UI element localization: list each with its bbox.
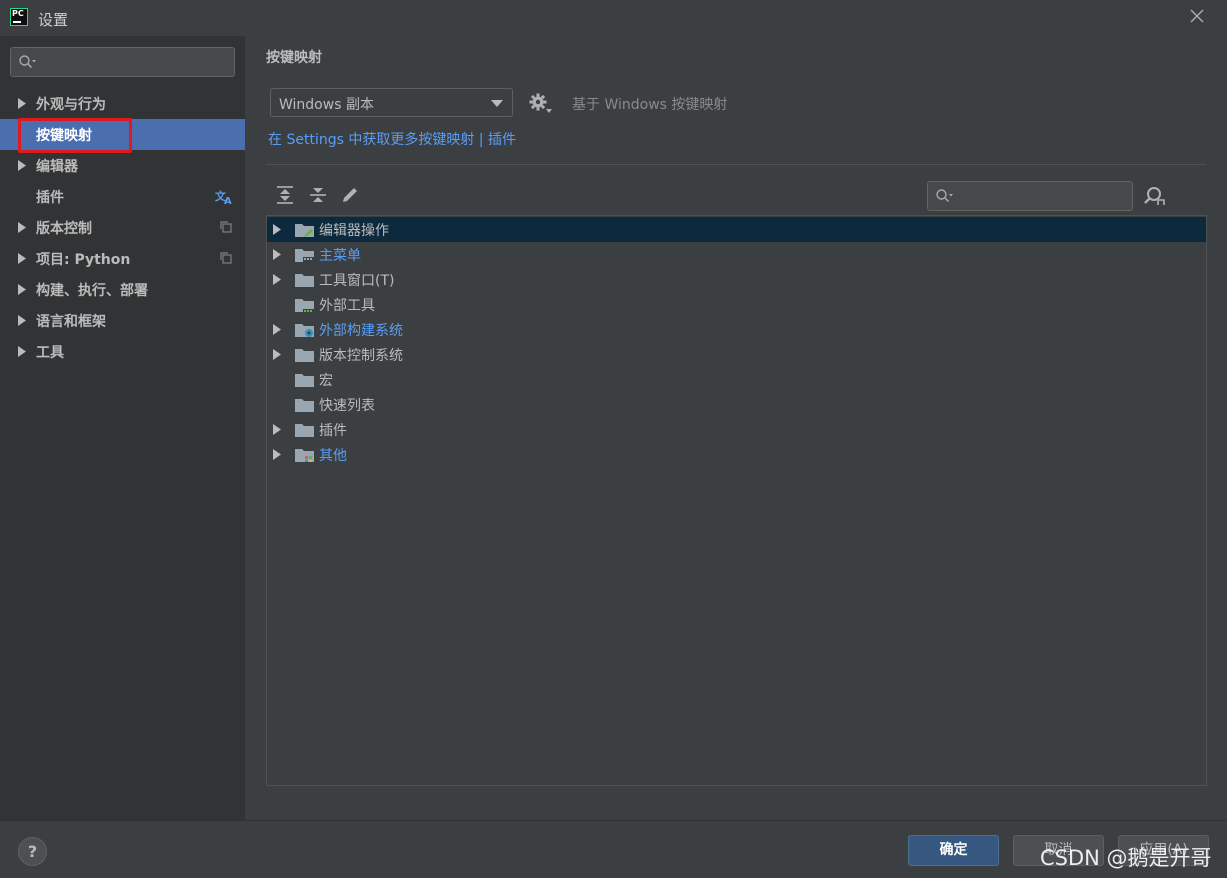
expand-arrow-icon[interactable] (272, 449, 282, 460)
expand-arrow-icon[interactable] (17, 253, 27, 264)
sidebar-item-label: 项目: Python (36, 252, 131, 268)
collapse-all-icon[interactable] (307, 184, 329, 206)
title-bar: PC 设置 (0, 0, 1227, 36)
edit-pencil-icon[interactable] (339, 184, 361, 206)
tree-row-label: 主菜单 (319, 248, 361, 264)
folder-gear-icon (295, 324, 314, 337)
chevron-down-icon (491, 100, 503, 107)
watermark-text: CSDN @鹅是开哥 (1040, 846, 1212, 870)
keymap-dropdown-value: Windows 副本 (279, 97, 374, 113)
folder-icon (295, 424, 314, 437)
svg-text:A: A (224, 196, 232, 205)
tree-row[interactable]: 版本控制系统 (267, 342, 1206, 367)
tree-row-label: 外部构建系统 (319, 323, 403, 339)
expand-arrow-icon[interactable] (17, 346, 27, 357)
sidebar-item-label: 工具 (36, 345, 64, 361)
search-icon (936, 189, 953, 203)
expand-arrow-icon[interactable] (17, 160, 27, 171)
tree-row[interactable]: 外部工具 (267, 292, 1206, 317)
annotation-highlight-box (18, 118, 132, 153)
find-by-shortcut-icon[interactable] (1143, 185, 1167, 207)
ok-button[interactable]: 确定 (908, 835, 999, 866)
folder-menu-icon (295, 249, 314, 262)
keymap-dropdown[interactable]: Windows 副本 (270, 88, 513, 117)
close-icon[interactable] (1187, 6, 1207, 26)
sidebar-item-appearance[interactable]: 外观与行为 (0, 88, 245, 119)
tree-row[interactable]: 快速列表 (267, 392, 1206, 417)
page-title: 按键映射 (266, 50, 322, 66)
folder-other-icon (295, 449, 314, 462)
expand-arrow-icon[interactable] (272, 274, 282, 285)
tree-row[interactable]: 其他 (267, 442, 1206, 467)
copy-icon (220, 252, 232, 264)
sidebar-search-input[interactable] (43, 51, 228, 73)
tree-row-label: 工具窗口(T) (319, 273, 395, 289)
sidebar-item-vcs[interactable]: 版本控制 (0, 212, 245, 243)
tree-row[interactable]: 主菜单 (267, 242, 1206, 267)
settings-sidebar: 外观与行为 按键映射 编辑器 插件 文 A 版本控制 项目: Python 构建… (0, 36, 245, 820)
sidebar-item-languages[interactable]: 语言和框架 (0, 305, 245, 336)
tree-row[interactable]: 插件 (267, 417, 1206, 442)
search-icon (19, 55, 36, 69)
sidebar-item-tools[interactable]: 工具 (0, 336, 245, 367)
expand-arrow-icon[interactable] (17, 284, 27, 295)
folder-external-icon (295, 299, 314, 312)
sidebar-item-build[interactable]: 构建、执行、部署 (0, 274, 245, 305)
expand-arrow-icon[interactable] (272, 224, 282, 235)
tree-row-label: 外部工具 (319, 298, 375, 314)
folder-icon (295, 399, 314, 412)
expand-all-icon[interactable] (274, 184, 296, 206)
keymap-action-tree: 编辑器操作 主菜单 工具窗口(T) 外部工具 外部构建系统 版本控制系统 宏 快… (266, 215, 1207, 786)
copy-icon (220, 221, 232, 233)
tree-row[interactable]: 宏 (267, 367, 1206, 392)
expand-arrow-icon[interactable] (272, 324, 282, 335)
help-button[interactable]: ? (18, 837, 47, 866)
pycharm-logo-icon: PC (10, 8, 28, 26)
window-title: 设置 (38, 11, 69, 29)
translate-icon: 文 A (215, 189, 232, 205)
based-on-text: 基于 Windows 按键映射 (572, 97, 728, 113)
sidebar-item-label: 插件 (36, 190, 64, 206)
tree-search[interactable] (927, 181, 1133, 211)
sidebar-item-plugins[interactable]: 插件 文 A (0, 181, 245, 212)
folder-icon (295, 374, 314, 387)
gear-icon[interactable] (529, 92, 553, 114)
divider (266, 164, 1206, 165)
tree-row-label: 其他 (319, 448, 347, 464)
expand-arrow-icon[interactable] (17, 222, 27, 233)
tree-row-label: 编辑器操作 (319, 223, 389, 239)
sidebar-item-label: 版本控制 (36, 221, 92, 237)
expand-arrow-icon[interactable] (17, 315, 27, 326)
tree-row[interactable]: 编辑器操作 (267, 217, 1206, 242)
sidebar-search[interactable] (10, 47, 235, 77)
tree-row-label: 宏 (319, 373, 333, 389)
folder-edit-icon (295, 224, 314, 237)
keymap-panel: 按键映射 Windows 副本 基于 Windows 按键映射 在 Settin… (245, 36, 1227, 820)
folder-icon (295, 274, 314, 287)
tree-row[interactable]: 工具窗口(T) (267, 267, 1206, 292)
expand-arrow-icon[interactable] (272, 249, 282, 260)
folder-icon (295, 349, 314, 362)
get-more-keymaps-link[interactable]: 在 Settings 中获取更多按键映射 | 插件 (268, 129, 516, 149)
sidebar-item-label: 外观与行为 (36, 97, 106, 113)
sidebar-item-project[interactable]: 项目: Python (0, 243, 245, 274)
expand-arrow-icon[interactable] (272, 349, 282, 360)
tree-row-label: 版本控制系统 (319, 348, 403, 364)
tree-row-label: 插件 (319, 423, 347, 439)
expand-arrow-icon[interactable] (272, 424, 282, 435)
sidebar-item-label: 编辑器 (36, 159, 78, 175)
sidebar-item-editor[interactable]: 编辑器 (0, 150, 245, 181)
tree-row-label: 快速列表 (319, 398, 375, 414)
expand-arrow-icon[interactable] (17, 98, 27, 109)
sidebar-item-label: 构建、执行、部署 (36, 283, 148, 299)
sidebar-item-label: 语言和框架 (36, 314, 106, 330)
tree-row[interactable]: 外部构建系统 (267, 317, 1206, 342)
